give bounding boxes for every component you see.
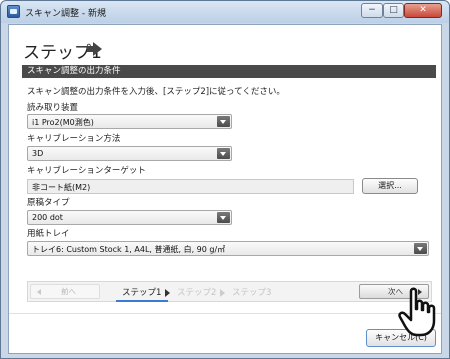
method-select-value: 3D (32, 149, 44, 158)
arrow-right-icon (87, 42, 102, 56)
chevron-down-icon (217, 212, 230, 223)
method-select[interactable]: 3D (27, 146, 232, 161)
section-header: スキャン調整の出力条件 (22, 65, 436, 78)
footer-divider (9, 313, 441, 314)
target-field: 非コート紙(M2) (27, 179, 354, 194)
reader-select-value: i1 Pro2(M0測色) (32, 118, 94, 127)
triangle-right-icon (165, 289, 170, 297)
dialog-content: ステップ1 スキャン調整の出力条件 スキャン調整の出力条件を入力後、[ステップ2… (8, 24, 442, 354)
minimize-button[interactable]: − (361, 3, 383, 18)
doc-type-select-value: 200 dot (32, 213, 63, 222)
select-target-button[interactable]: 選択... (362, 178, 418, 194)
wizard-navigation: 前へ ステップ1 ステップ2 ステップ3 次へ (27, 281, 432, 302)
app-window: スキャン調整 - 新規 − □ ✕ ステップ1 スキャン調整の出力条件 スキャン… (0, 0, 450, 359)
title-bar[interactable]: スキャン調整 - 新規 − □ ✕ (1, 1, 449, 23)
doc-type-select[interactable]: 200 dot (27, 210, 232, 225)
chevron-down-icon (217, 148, 230, 159)
hand-pointer-icon (398, 287, 436, 337)
prev-button-label: 前へ (61, 287, 76, 296)
tray-select-value: トレイ6: Custom Stock 1, A4L, 普通紙, 白, 90 g/… (32, 245, 226, 254)
maximize-button[interactable]: □ (383, 3, 404, 18)
method-label: キャリブレーション方法 (27, 134, 121, 144)
instruction-text: スキャン調整の出力条件を入力後、[ステップ2]に従ってください。 (27, 87, 285, 97)
tray-select[interactable]: トレイ6: Custom Stock 1, A4L, 普通紙, 白, 90 g/… (27, 241, 429, 256)
target-label: キャリブレーションターゲット (27, 166, 146, 176)
triangle-left-icon (37, 289, 41, 295)
prev-button[interactable]: 前へ (30, 284, 100, 299)
step-crumb-2[interactable]: ステップ2 (177, 286, 216, 298)
chevron-down-icon (414, 243, 427, 254)
chevron-down-icon (217, 116, 230, 127)
step-crumb-3[interactable]: ステップ3 (232, 286, 271, 298)
active-step-indicator (116, 300, 168, 302)
reader-select[interactable]: i1 Pro2(M0測色) (27, 114, 232, 129)
app-icon (7, 5, 20, 18)
close-button[interactable]: ✕ (404, 3, 442, 18)
target-value: 非コート紙(M2) (32, 183, 91, 192)
step-crumb-1[interactable]: ステップ1 (122, 286, 161, 298)
doc-type-label: 原稿タイプ (27, 198, 70, 208)
window-title: スキャン調整 - 新規 (25, 9, 106, 19)
triangle-right-icon (220, 289, 225, 297)
reader-label: 読み取り装置 (27, 103, 79, 113)
tray-label: 用紙トレイ (27, 229, 70, 239)
